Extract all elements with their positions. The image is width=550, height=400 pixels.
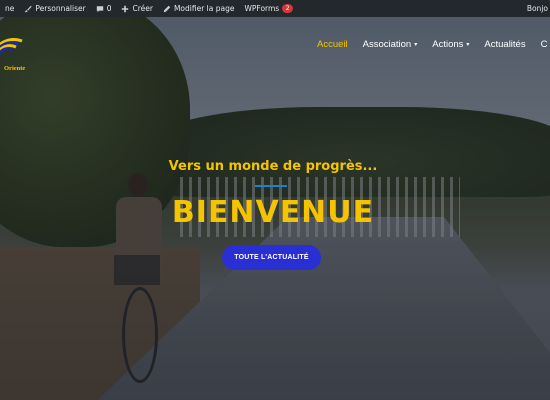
chevron-down-icon: ▾ [414, 42, 418, 48]
nav-item-actions[interactable]: Actions ▾ [432, 39, 469, 50]
nav-item-label: Actions [432, 39, 464, 50]
account-menu[interactable]: Bonjo [527, 0, 550, 17]
customize-link[interactable]: Personnaliser [19, 0, 90, 17]
wpforms-label: WPForms [244, 4, 280, 13]
comments-link[interactable]: 0 [91, 0, 117, 17]
site-logo[interactable]: Oriente [0, 25, 28, 72]
nav-item-label: C [540, 39, 548, 50]
admin-site-link[interactable]: ne [0, 0, 19, 17]
logo-rainbow-icon [0, 37, 23, 56]
hero-tagline: Vers un monde de progrès... [168, 159, 378, 174]
nav-item-association[interactable]: Association ▾ [363, 39, 418, 50]
comments-count: 0 [106, 4, 112, 13]
main-navigation: Accueil Association ▾ Actions ▾ Actualit… [317, 39, 550, 50]
wpforms-notification-badge: 2 [282, 4, 294, 13]
wpforms-link[interactable]: WPForms 2 [239, 0, 298, 17]
logo-text: Oriente [4, 65, 26, 72]
edit-page-link[interactable]: Modifier la page [158, 0, 240, 17]
paintbrush-icon [25, 5, 32, 12]
nav-item-label: Association [362, 39, 412, 50]
nav-item-label: Accueil [317, 39, 348, 50]
nav-item-actualites[interactable]: Actualités [484, 39, 525, 50]
chevron-down-icon: ▾ [466, 42, 470, 48]
nav-item-accueil[interactable]: Accueil [317, 39, 348, 50]
nav-item-label: Actualités [484, 39, 526, 50]
plus-icon [122, 5, 129, 12]
new-content-link[interactable]: Créer [116, 0, 157, 17]
comment-icon [96, 5, 103, 12]
account-greeting: Bonjo [526, 4, 548, 13]
customize-label: Personnaliser [35, 4, 86, 13]
edit-page-label: Modifier la page [173, 4, 235, 13]
admin-site-label: ne [5, 4, 15, 13]
admin-bar: ne Personnaliser 0 Créer Modifier la pag… [0, 0, 550, 17]
pencil-icon [163, 5, 171, 12]
hero-headline: BIENVENUE [171, 195, 375, 230]
nav-item-contact[interactable]: C [541, 39, 548, 50]
tagline-divider [255, 185, 287, 187]
new-content-label: Créer [132, 4, 153, 13]
all-news-button[interactable]: TOUTE L'ACTUALITÉ [222, 245, 321, 270]
hero-section: Oriente Accueil Association ▾ Actions ▾ … [0, 17, 550, 400]
